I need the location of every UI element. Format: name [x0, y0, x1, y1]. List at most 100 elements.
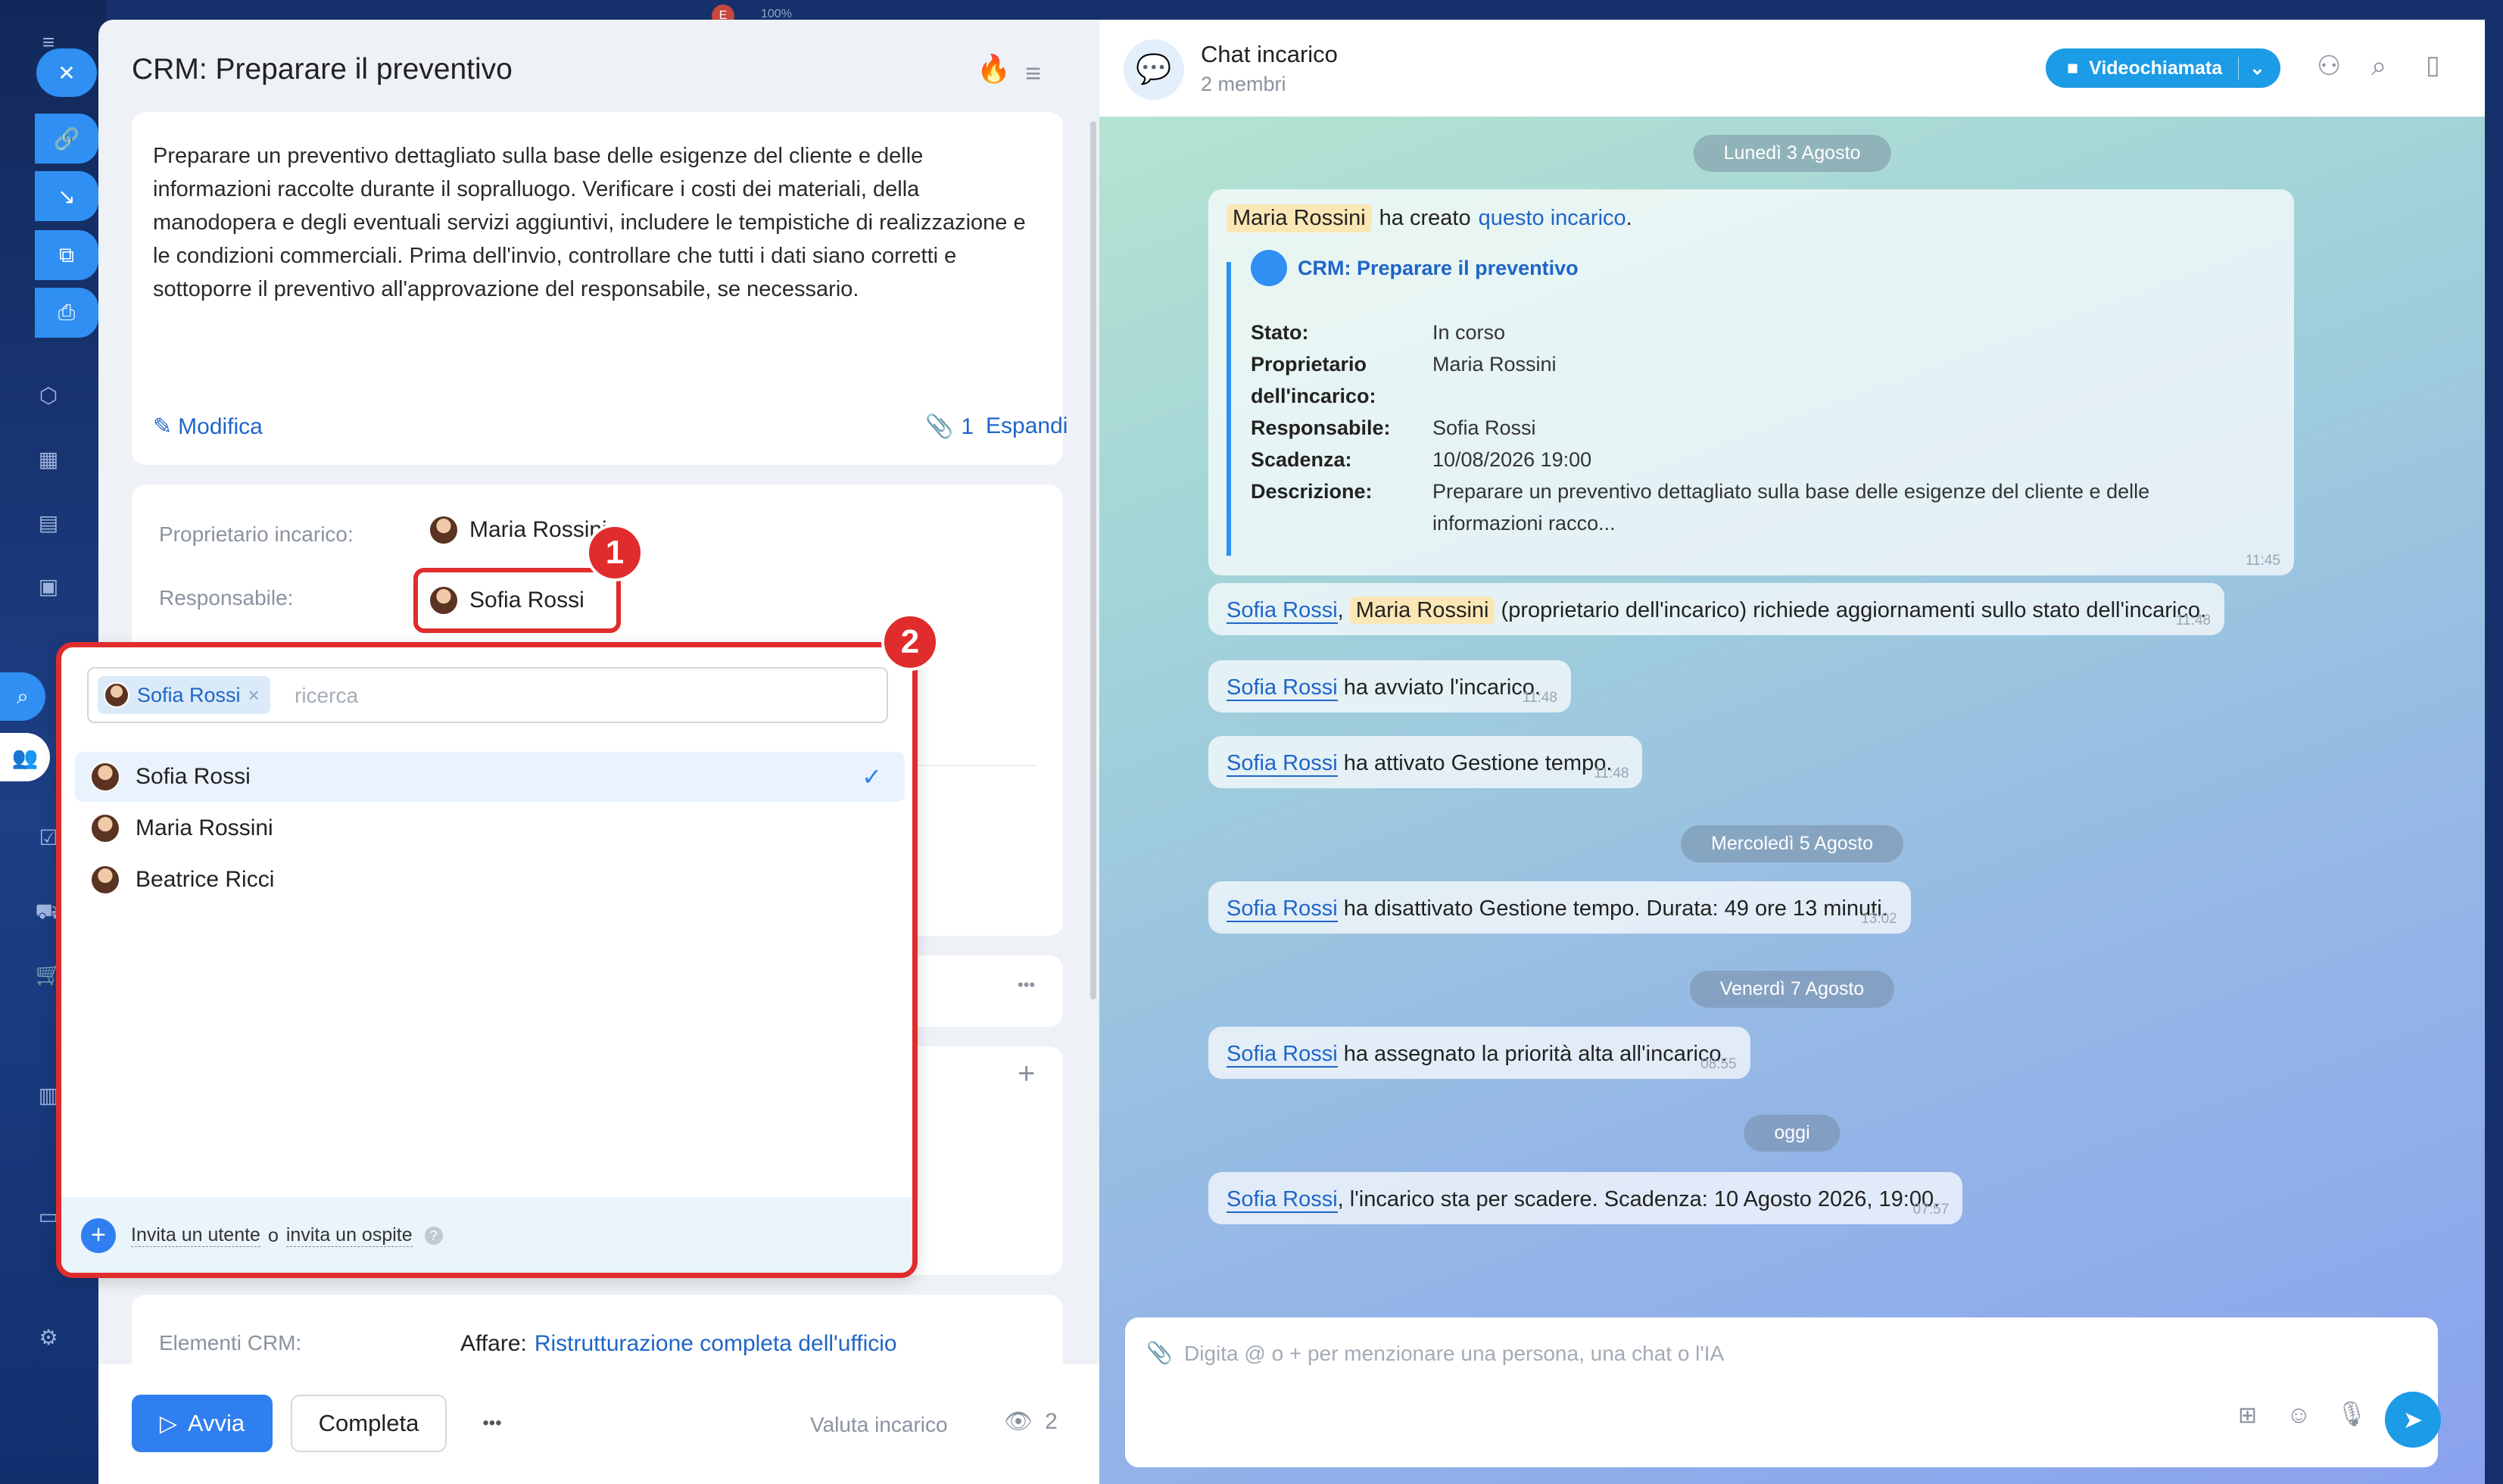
sidebar-icon[interactable]: ▯ — [2426, 50, 2440, 80]
description-card: Preparare un preventivo dettagliato sull… — [132, 112, 1068, 465]
chat-icon: 💬 — [1124, 39, 1184, 100]
chevron-down-icon[interactable]: ⌄ — [2238, 57, 2265, 80]
field-values: In corso Maria Rossini Sofia Rossi 10/08… — [1432, 321, 2150, 535]
more-button[interactable]: ••• — [462, 1395, 522, 1452]
presentation-icon[interactable]: ▣ — [29, 566, 68, 606]
microphone-icon[interactable]: 🎙 — [2336, 1399, 2367, 1428]
flame-icon[interactable]: 🔥 — [977, 53, 1011, 85]
complete-button[interactable]: Completa — [291, 1395, 447, 1452]
check-icon: ✓ — [862, 763, 882, 790]
open-external-icon[interactable]: ⧉ — [35, 230, 98, 280]
chat-members[interactable]: 2 membri — [1201, 73, 1286, 96]
owner-user[interactable]: Maria Rossini — [429, 515, 607, 545]
user-selector-dropdown: Sofia Rossi × ricerca Sofia Rossi ✓ Mari… — [56, 642, 918, 1278]
invite-links: Invita un utente o invita un ospite ? — [131, 1224, 443, 1247]
expand-link[interactable]: Espandi — [986, 413, 1068, 439]
more-icon[interactable]: ••• — [1018, 975, 1035, 995]
avatar — [429, 515, 459, 545]
invite-guest-link[interactable]: invita un ospite — [285, 1224, 413, 1247]
scrollbar[interactable] — [1090, 121, 1096, 999]
video-call-button[interactable]: ■ Videochiamata ⌄ — [2046, 48, 2280, 88]
annotation-badge-2: 2 — [881, 613, 939, 671]
paperclip-icon[interactable]: 📎 — [1146, 1340, 1173, 1365]
message-input[interactable]: 📎 Digita @ o + per menzionare una person… — [1125, 1317, 2441, 1467]
emoji-icon[interactable]: ☺ — [2286, 1401, 2311, 1429]
mention[interactable]: Maria Rossini — [1227, 204, 1372, 232]
task-footer: ▷ Avvia Completa ••• Valuta incarico 👁 2 — [98, 1364, 1099, 1484]
mention[interactable]: Sofia Rossi — [1227, 751, 1338, 777]
system-message: Sofia Rossi ha assegnato la priorità alt… — [1208, 1027, 1750, 1079]
close-icon[interactable]: ✕ — [36, 48, 97, 97]
system-message: Maria Rossini ha creato questo incarico.… — [1208, 189, 2294, 575]
page-title: CRM: Preparare il preventivo — [132, 53, 513, 86]
send-button[interactable]: ➤ — [2385, 1392, 2441, 1448]
task-card-title[interactable]: CRM: Preparare il preventivo — [1251, 250, 1579, 286]
search-icon[interactable]: ⌕ — [0, 672, 45, 721]
add-user-icon[interactable]: ⚇ — [2317, 50, 2341, 82]
mention[interactable]: Maria Rossini — [1349, 597, 1495, 624]
mention[interactable]: Sofia Rossi — [1227, 675, 1338, 701]
arrow-down-right-icon[interactable]: ↘ — [35, 171, 98, 221]
start-button[interactable]: ▷ Avvia — [132, 1395, 273, 1452]
edit-button[interactable]: ✎ Modifica — [153, 413, 263, 440]
list-item[interactable]: Beatrice Ricci — [75, 855, 905, 905]
rate-task-link[interactable]: Valuta incarico — [810, 1413, 948, 1437]
invite-footer: + Invita un utente o invita un ospite ? — [61, 1197, 912, 1273]
play-icon: ▷ — [159, 1411, 177, 1436]
list-item[interactable]: Maria Rossini — [75, 803, 905, 853]
assignee-label: Responsabile: — [159, 586, 294, 610]
list-item[interactable]: Sofia Rossi ✓ — [75, 752, 905, 802]
hexagon-icon[interactable]: ⬡ — [29, 376, 68, 415]
date-separator: Lunedì 3 Agosto — [1693, 135, 1891, 172]
mention[interactable]: Sofia Rossi — [1227, 896, 1338, 922]
pencil-icon: ✎ — [153, 414, 173, 439]
mention[interactable]: Sofia Rossi — [1227, 1042, 1338, 1068]
chat-header: 💬 Chat incarico 2 membri ■ Videochiamata … — [1099, 20, 2485, 117]
video-icon: ■ — [2067, 57, 2079, 79]
views-counter: 👁 2 — [1004, 1408, 1058, 1435]
users-icon[interactable]: 👥 — [0, 733, 50, 781]
add-icon[interactable]: + — [1018, 1057, 1035, 1091]
crm-label: Elementi CRM: — [159, 1331, 302, 1355]
avatar — [90, 865, 120, 895]
system-message: Sofia Rossi ha avviato l'incarico. 11:48 — [1208, 660, 1571, 712]
task-description: Preparare un preventivo dettagliato sull… — [153, 144, 1026, 301]
chip-remove-icon[interactable]: × — [248, 684, 260, 707]
calendar-icon[interactable]: ▦ — [29, 439, 68, 479]
menu-icon[interactable]: ≡ — [1025, 58, 1041, 89]
input-placeholder: Digita @ o + per menzionare una persona,… — [1184, 1342, 1725, 1365]
date-separator: Venerdì 7 Agosto — [1689, 971, 1895, 1008]
help-icon[interactable]: ? — [424, 1227, 443, 1245]
attachments-button[interactable]: 📎 1 — [925, 413, 974, 440]
document-icon[interactable]: ▤ — [29, 503, 68, 542]
system-message: Sofia Rossi, Maria Rossini (proprietario… — [1208, 583, 2225, 635]
avatar — [90, 762, 120, 792]
date-separator: oggi — [1744, 1115, 1841, 1152]
selected-user-chip: Sofia Rossi × — [98, 676, 270, 714]
task-icon — [1251, 250, 1287, 286]
mention[interactable]: Sofia Rossi — [1227, 598, 1338, 624]
link-icon[interactable]: 🔗 — [35, 114, 98, 164]
date-separator: Mercoledì 5 Agosto — [1680, 825, 1904, 862]
search-icon[interactable]: ⌕ — [2371, 50, 2386, 83]
assignee-user[interactable]: Sofia Rossi — [413, 568, 621, 633]
search-input[interactable]: Sofia Rossi × ricerca — [87, 667, 888, 723]
system-message: Sofia Rossi, l'incarico sta per scadere.… — [1208, 1172, 1963, 1224]
avatar — [90, 813, 120, 843]
owner-label: Proprietario incarico: — [159, 522, 354, 546]
avatar — [104, 682, 129, 708]
task-link[interactable]: questo incarico — [1479, 206, 1626, 231]
settings-icon[interactable]: ⚙ — [29, 1317, 68, 1357]
print-icon[interactable]: ⎙ — [35, 288, 98, 338]
mention[interactable]: Sofia Rossi — [1227, 1187, 1338, 1213]
chat-panel: 💬 Chat incarico 2 membri ■ Videochiamata … — [1099, 20, 2485, 1484]
apps-icon[interactable]: ⊞ — [2238, 1402, 2257, 1429]
quote-bar — [1227, 262, 1231, 556]
crm-deal-link[interactable]: Ristrutturazione completa dell'ufficio — [535, 1331, 897, 1357]
crm-item: Affare: Ristrutturazione completa dell'u… — [460, 1331, 897, 1357]
plus-icon[interactable]: + — [81, 1218, 116, 1253]
chat-title: Chat incarico — [1201, 41, 1338, 67]
invite-user-link[interactable]: Invita un utente — [131, 1224, 260, 1247]
avatar — [429, 585, 459, 616]
field-labels: Stato: Proprietario dell'incarico: Respo… — [1251, 321, 1391, 503]
